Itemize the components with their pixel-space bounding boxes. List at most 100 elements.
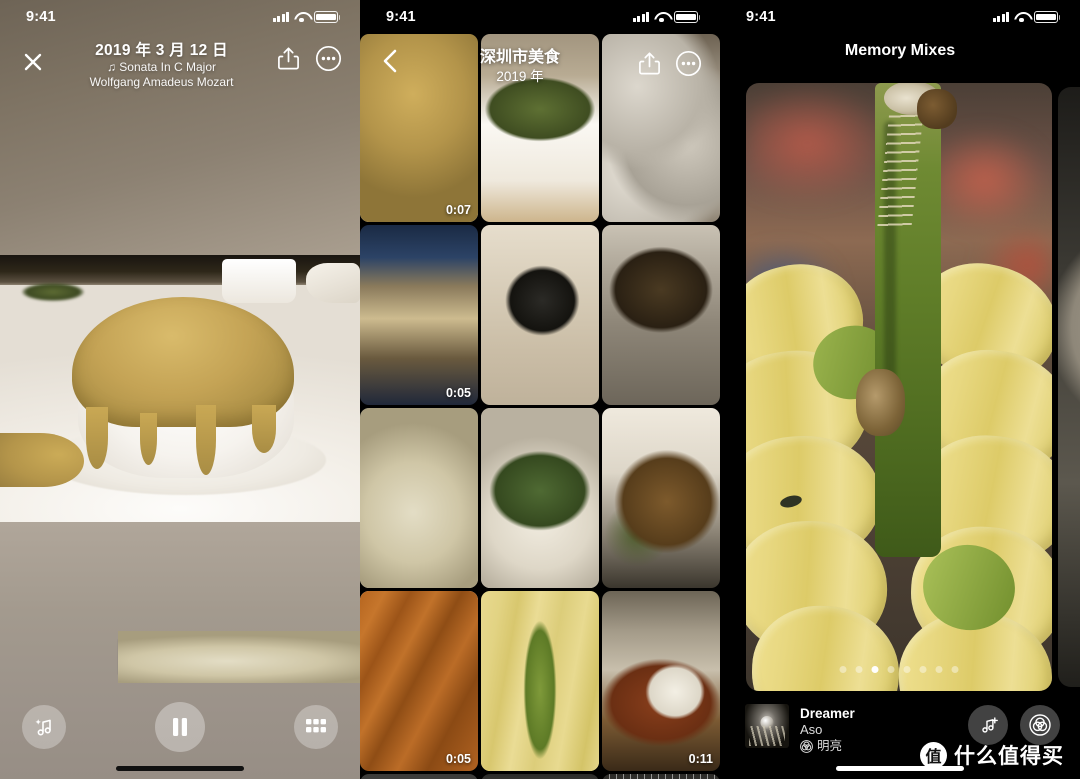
grid-header: 深圳市美食 2019 年	[360, 34, 720, 90]
status-bar: 9:41	[720, 0, 1080, 34]
status-icons	[272, 11, 341, 23]
photo-thumbnail	[360, 591, 478, 771]
memory-mixes-panel: 9:41 Memory Mixes Dreamer Aso 明亮 值 什么值得买	[720, 0, 1080, 779]
cellular-signal-icon	[272, 12, 289, 22]
pause-icon[interactable]	[155, 702, 205, 752]
memory-card-next[interactable]	[1058, 87, 1080, 687]
photo-cup-right	[306, 263, 360, 303]
grid-cell-bamboo-steamer[interactable]	[481, 225, 599, 405]
status-bar: 9:41	[0, 0, 360, 34]
share-icon[interactable]	[636, 50, 663, 77]
now-playing-meta: Dreamer Aso 明亮	[800, 704, 855, 755]
grid-title-block: 深圳市美食 2019 年	[404, 48, 636, 86]
grid-cell-bananas[interactable]	[481, 591, 599, 771]
player-title-block: 2019 年 3 月 12 日 ♫ Sonata In C Major Wolf…	[48, 40, 275, 90]
cellular-signal-icon	[992, 12, 1009, 22]
add-music-icon[interactable]	[968, 705, 1008, 745]
photo-thumbnail	[602, 774, 720, 779]
watermark: 值 什么值得买	[920, 740, 1064, 770]
status-time: 9:41	[386, 9, 416, 25]
page-dot[interactable]	[903, 666, 911, 673]
song-title: ♫ Sonata In C Major	[106, 60, 217, 74]
page-dot[interactable]	[951, 666, 959, 673]
photo-thumbnail	[481, 591, 599, 771]
more-options-icon[interactable]	[675, 50, 702, 77]
page-indicator-dots[interactable]	[839, 666, 959, 673]
grid-view-icon[interactable]	[294, 705, 338, 749]
grid-cell-dark-tray[interactable]	[602, 225, 720, 405]
close-icon[interactable]	[18, 47, 48, 77]
grid-cell-table-bar[interactable]	[360, 774, 478, 779]
home-indicator[interactable]	[116, 766, 244, 771]
song-title: Dreamer	[800, 706, 855, 721]
photo-thumbnail	[602, 591, 720, 771]
wifi-icon	[294, 12, 309, 23]
memory-carousel[interactable]	[720, 83, 1080, 691]
page-dot[interactable]	[887, 666, 895, 673]
memory-card-bananas[interactable]	[746, 83, 1052, 691]
grid-cell-noodle-bowl[interactable]	[481, 408, 599, 588]
photo-thumbnail	[360, 408, 478, 588]
battery-icon	[674, 11, 701, 23]
status-icons	[992, 11, 1061, 23]
video-duration-label: 0:11	[688, 752, 713, 766]
video-duration-label: 0:07	[445, 203, 471, 217]
grid-cell-sausages[interactable]: 0:05	[360, 591, 478, 771]
page-dot[interactable]	[935, 666, 943, 673]
share-icon[interactable]	[275, 45, 302, 72]
memory-grid-panel: 0:07 0:05 0:05 0:11 9:41 深圳市美食 2019 年	[360, 0, 720, 779]
album-title: 深圳市美食	[479, 49, 560, 66]
player-thumbnail-strip[interactable]	[118, 631, 360, 683]
photo-curry-drip	[86, 407, 108, 469]
grid-cell-grill-wire[interactable]	[602, 774, 720, 779]
grid-row	[360, 408, 720, 588]
grid-cell-braised-meat[interactable]	[602, 408, 720, 588]
photo-thumbnail	[360, 225, 478, 405]
grid-cell-grilled-fish[interactable]: 0:05	[360, 225, 478, 405]
grid-row: 0:05	[360, 225, 720, 405]
grid-header-actions	[636, 50, 702, 77]
photo-cup-left	[222, 259, 296, 303]
grid-row: 0:05 0:11	[360, 591, 720, 771]
more-options-icon[interactable]	[315, 45, 342, 72]
grid-cell-hotpot[interactable]: 0:11	[602, 591, 720, 771]
song-artist: Wolfgang Amadeus Mozart	[89, 75, 234, 89]
photo-thumbnail	[360, 774, 478, 779]
battery-icon	[1034, 11, 1061, 23]
photo-curry-drip	[196, 405, 216, 475]
memory-date-title: 2019 年 3 月 12 日	[95, 42, 228, 59]
mood-label-row: 明亮	[800, 738, 855, 755]
status-bar: 9:41	[360, 0, 720, 34]
photo-thumbnail	[481, 225, 599, 405]
grid-cell-fried-rice[interactable]	[360, 408, 478, 588]
page-dot[interactable]	[839, 666, 847, 673]
album-artwork	[745, 704, 789, 748]
photo-thumbnail	[481, 774, 599, 779]
player-current-photo[interactable]	[0, 255, 360, 522]
watermark-text: 什么值得买	[954, 745, 1064, 768]
player-header: 2019 年 3 月 12 日 ♫ Sonata In C Major Wolf…	[0, 40, 360, 96]
page-title: Memory Mixes	[844, 42, 956, 59]
page-dot[interactable]	[919, 666, 927, 673]
page-dot[interactable]	[855, 666, 863, 673]
photo-greens	[22, 283, 84, 301]
cellular-signal-icon	[632, 12, 649, 22]
video-duration-label: 0:05	[445, 752, 471, 766]
back-chevron-icon[interactable]	[378, 48, 404, 74]
banana-photo	[746, 83, 1052, 691]
mixes-actions	[968, 705, 1060, 745]
thumb-fried-rice[interactable]	[118, 631, 360, 683]
banana-cut-end-dark	[917, 89, 958, 129]
photo-grid[interactable]: 0:07 0:05 0:05 0:11	[360, 34, 720, 779]
color-filters-icon[interactable]	[1020, 705, 1060, 745]
song-artist: Aso	[800, 722, 823, 737]
page-dot[interactable]	[871, 666, 879, 673]
mood-filter-icon	[800, 740, 813, 753]
watermark-badge: 值	[920, 741, 947, 769]
music-sparkle-icon[interactable]	[22, 705, 66, 749]
photo-thumbnail	[602, 225, 720, 405]
grid-cell-steamer[interactable]	[481, 774, 599, 779]
player-controls	[0, 698, 360, 756]
now-playing-info[interactable]: Dreamer Aso 明亮	[745, 704, 855, 755]
wifi-icon	[654, 12, 669, 23]
